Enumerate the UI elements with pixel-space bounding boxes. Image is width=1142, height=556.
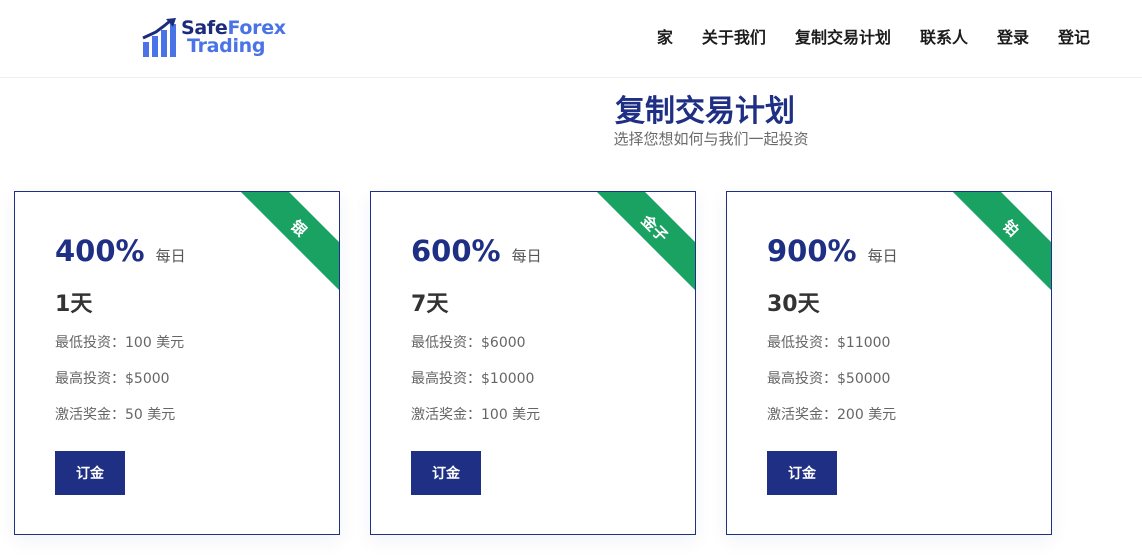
logo-text-line2: Trading (187, 35, 266, 57)
plan-card-platinum: 铂 900% 每日 30天 最低投资：$11000 最高投资：$50000 激活… (726, 191, 1052, 535)
plan-duration: 7天 (411, 292, 449, 317)
plan-max-invest: 最高投资：$10000 (411, 371, 535, 387)
plan-percent-unit: 每日 (511, 247, 542, 265)
plan-min-invest: 最低投资：$11000 (767, 335, 891, 351)
plan-max-invest: 最高投资：$5000 (55, 371, 170, 387)
plan-percent-unit: 每日 (155, 247, 186, 265)
nav-contact[interactable]: 联系人 (920, 24, 968, 48)
main-nav: 家 关于我们 复制交易计划 联系人 登录 登记 (657, 24, 1090, 48)
plan-percent-unit: 每日 (867, 247, 898, 265)
nav-copy-trading-plans[interactable]: 复制交易计划 (795, 24, 891, 48)
plan-return: 600% 每日 (411, 234, 542, 268)
page-title: 复制交易计划 (615, 94, 795, 129)
plan-min-invest: 最低投资：100 美元 (55, 335, 185, 351)
plan-max-invest: 最高投资：$50000 (767, 371, 891, 387)
plan-duration: 30天 (767, 292, 820, 317)
plan-activation-bonus: 激活奖金：200 美元 (767, 407, 897, 423)
site-header: SafeForex Trading 家 关于我们 复制交易计划 联系人 登录 登… (0, 0, 1142, 78)
plan-return: 400% 每日 (55, 234, 186, 268)
plan-percent: 400% (55, 234, 145, 268)
deposit-button[interactable]: 订金 (411, 451, 481, 495)
plan-activation-bonus: 激活奖金：100 美元 (411, 407, 541, 423)
deposit-button[interactable]: 订金 (767, 451, 837, 495)
site-logo[interactable]: SafeForex Trading (142, 16, 302, 60)
plan-ribbon: 铂 (946, 192, 1051, 293)
nav-register[interactable]: 登记 (1058, 24, 1090, 48)
rising-chart-logo-icon (142, 18, 176, 57)
nav-home[interactable]: 家 (657, 24, 673, 48)
nav-login[interactable]: 登录 (997, 24, 1029, 48)
nav-about[interactable]: 关于我们 (702, 24, 766, 48)
plan-card-silver: 银 400% 每日 1天 最低投资：100 美元 最高投资：$5000 激活奖金… (14, 191, 340, 535)
plan-return: 900% 每日 (767, 234, 898, 268)
deposit-button[interactable]: 订金 (55, 451, 125, 495)
plan-ribbon: 银 (234, 192, 339, 293)
plan-percent: 600% (411, 234, 501, 268)
plan-card-gold: 金子 600% 每日 7天 最低投资：$6000 最高投资：$10000 激活奖… (370, 191, 696, 535)
plan-min-invest: 最低投资：$6000 (411, 335, 526, 351)
plan-duration: 1天 (55, 292, 93, 317)
plan-ribbon: 金子 (590, 192, 695, 293)
page-subtitle: 选择您想如何与我们一起投资 (613, 130, 809, 148)
plan-activation-bonus: 激活奖金：50 美元 (55, 407, 176, 423)
plan-percent: 900% (767, 234, 857, 268)
